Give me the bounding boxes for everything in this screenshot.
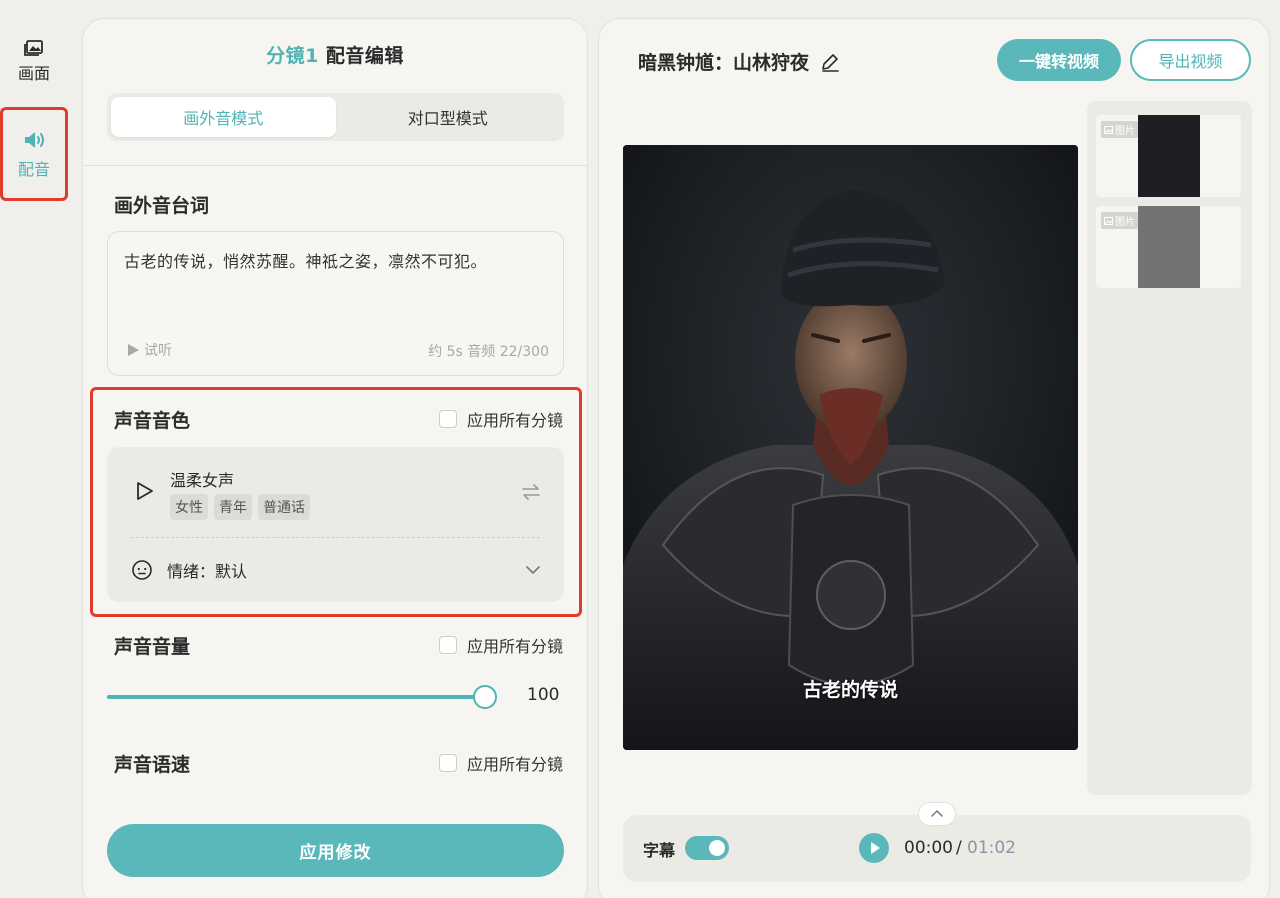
timbre-apply-all-checkbox[interactable] <box>438 410 457 428</box>
script-meta: 约 5s 音频 22/300 <box>428 344 549 360</box>
thumbnail-strip: 图片 图片 <box>1087 101 1252 795</box>
volume-slider[interactable] <box>107 685 497 709</box>
voice-tags: 女性 青年 普通话 <box>170 494 310 520</box>
time-total: 01:02 <box>967 838 1016 858</box>
rail-item-voice-label: 配音 <box>17 160 50 179</box>
voice-card-separator <box>131 537 540 538</box>
thumbnail-badge: 图片 <box>1101 212 1138 229</box>
play-icon <box>871 842 880 854</box>
dubbing-editor-panel: 分镜1 配音编辑 画外音模式 对口型模式 画外音台词 古老的传说，悄然苏醒。神祗… <box>82 18 588 898</box>
image-icon <box>24 40 43 56</box>
emotion-label: 情绪：默认 <box>167 562 248 581</box>
panel-title: 分镜1 配音编辑 <box>83 41 587 68</box>
collapse-button[interactable] <box>918 802 956 826</box>
timbre-apply-all[interactable]: 应用所有分镜 <box>438 407 563 431</box>
convert-to-video-button[interactable]: 一键转视频 <box>997 39 1121 81</box>
rail-item-picture-label: 画面 <box>17 64 50 83</box>
subtitle-toggle-knob <box>709 840 725 856</box>
speed-apply-all-checkbox[interactable] <box>438 754 457 772</box>
volume-value: 100 <box>527 685 560 705</box>
volume-slider-thumb[interactable] <box>473 685 497 709</box>
listen-button[interactable]: 试听 <box>126 340 172 360</box>
rail-item-picture[interactable]: 画面 <box>0 36 68 92</box>
play-icon <box>128 344 139 356</box>
thumbnail-badge-label: 图片 <box>1115 126 1135 137</box>
voice-card: 温柔女声 女性 青年 普通话 情绪：默认 <box>107 447 564 602</box>
emotion-select[interactable]: 情绪：默认 <box>131 557 542 583</box>
play-button[interactable] <box>859 833 889 863</box>
thumbnail-badge: 图片 <box>1101 121 1138 138</box>
warrior-portrait-image <box>623 145 1078 750</box>
volume-apply-all-checkbox[interactable] <box>438 636 457 654</box>
speed-apply-all-label: 应用所有分镜 <box>466 755 563 774</box>
timbre-label: 声音音色 <box>114 410 191 432</box>
export-video-button[interactable]: 导出视频 <box>1130 39 1251 81</box>
voice-tag-gender: 女性 <box>170 494 208 520</box>
rail-item-voice[interactable]: 配音 <box>0 107 68 201</box>
voice-tag-language: 普通话 <box>258 494 310 520</box>
subtitle-toggle-label: 字幕 <box>643 841 676 860</box>
listen-label: 试听 <box>144 343 172 359</box>
apply-changes-button[interactable]: 应用修改 <box>107 824 564 877</box>
voice-name: 温柔女声 <box>170 471 235 490</box>
panel-title-text: 配音编辑 <box>325 45 404 67</box>
volume-apply-all[interactable]: 应用所有分镜 <box>438 633 563 657</box>
image-icon <box>1104 216 1113 225</box>
speaker-icon <box>25 132 44 148</box>
storyboard-number: 分镜1 <box>266 45 319 67</box>
script-text: 古老的传说，悄然苏醒。神祗之姿，凛然不可犯。 <box>124 252 488 271</box>
thumbnail-image <box>1138 206 1200 288</box>
storyboard-preview: 古老的传说 <box>623 145 1078 750</box>
thumbnail-image <box>1138 115 1200 197</box>
tab-voiceover-mode[interactable]: 画外音模式 <box>111 97 336 137</box>
speed-apply-all[interactable]: 应用所有分镜 <box>438 751 563 775</box>
divider <box>83 165 587 166</box>
time-separator: / <box>956 838 962 858</box>
project-title: 暗黑钟馗：山林狩夜 <box>638 48 841 75</box>
edit-icon[interactable] <box>819 51 841 73</box>
subtitle-toggle[interactable] <box>685 836 729 860</box>
side-rail: 画面 配音 <box>0 0 70 898</box>
thumbnail-badge-label: 图片 <box>1115 217 1135 228</box>
volume-apply-all-label: 应用所有分镜 <box>466 637 563 656</box>
storyboard-thumbnail[interactable]: 图片 <box>1096 115 1241 197</box>
volume-label: 声音音量 <box>114 636 191 658</box>
voice-tag-age: 青年 <box>214 494 252 520</box>
face-icon <box>132 560 152 580</box>
swap-icon[interactable] <box>520 481 542 503</box>
script-textarea[interactable]: 古老的传说，悄然苏醒。神祗之姿，凛然不可犯。 试听 约 5s 音频 22/300 <box>107 231 564 376</box>
mode-tabs: 画外音模式 对口型模式 <box>107 93 564 141</box>
project-title-text: 暗黑钟馗：山林狩夜 <box>638 52 810 74</box>
script-label: 画外音台词 <box>114 195 210 217</box>
chevron-down-icon <box>526 566 540 574</box>
chevron-up-icon <box>931 810 943 817</box>
image-icon <box>1104 125 1113 134</box>
subtitle-overlay: 古老的传说 <box>802 679 898 701</box>
volume-slider-fill <box>107 695 485 699</box>
speed-label: 声音语速 <box>114 754 191 776</box>
time-current: 00:00 <box>904 838 953 858</box>
tab-lipsync-mode[interactable]: 对口型模式 <box>336 97 561 137</box>
voice-play-icon[interactable] <box>133 480 155 502</box>
storyboard-thumbnail[interactable]: 图片 <box>1096 206 1241 288</box>
preview-panel: 暗黑钟馗：山林狩夜 一键转视频 导出视频 古老的传说 图片 图片 字幕 00:0… <box>598 18 1270 898</box>
timbre-apply-all-label: 应用所有分镜 <box>466 411 563 430</box>
